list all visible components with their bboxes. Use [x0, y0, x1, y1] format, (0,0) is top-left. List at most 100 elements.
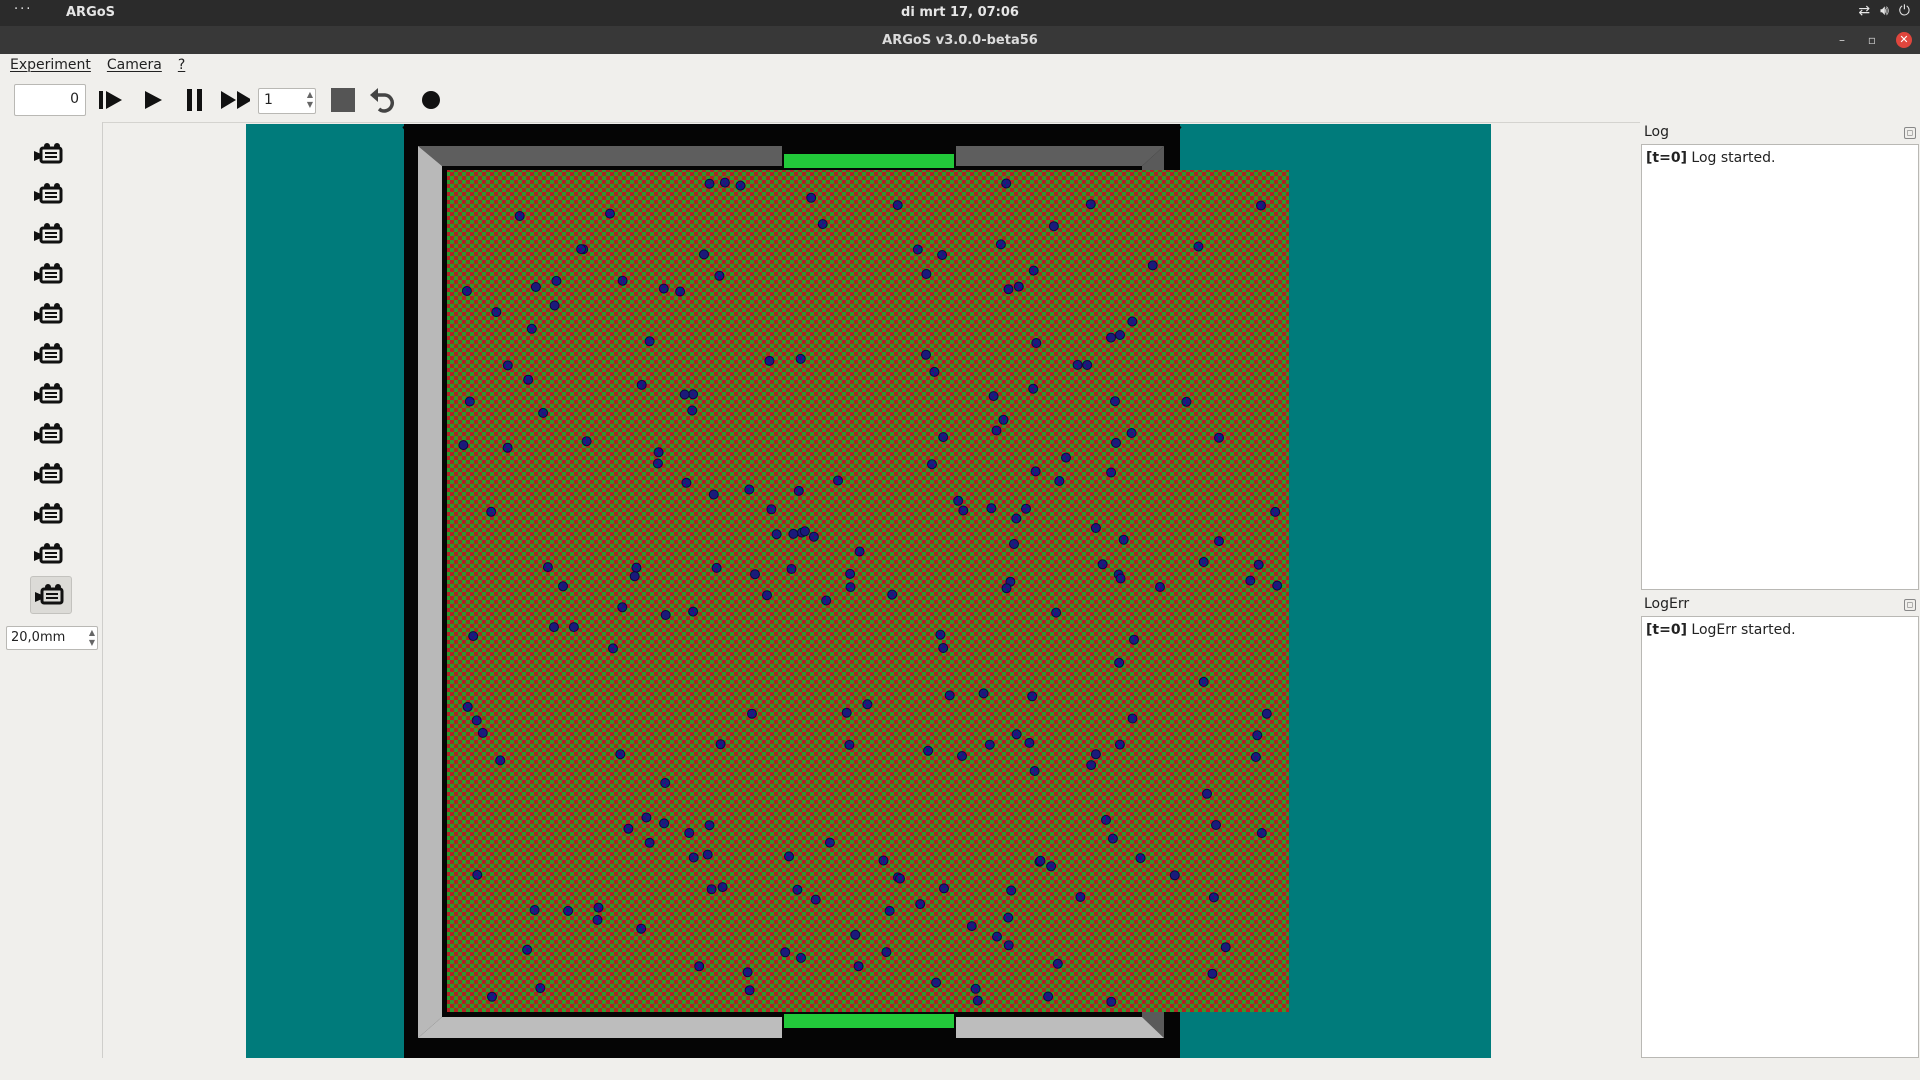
close-button[interactable]: ✕	[1896, 32, 1912, 48]
robot[interactable]	[998, 414, 1009, 425]
robot[interactable]	[938, 643, 949, 653]
robot[interactable]	[717, 882, 728, 893]
robot[interactable]	[1003, 940, 1014, 951]
robot[interactable]	[735, 180, 746, 191]
robot[interactable]	[1061, 452, 1071, 463]
robot[interactable]	[887, 589, 898, 600]
network-icon[interactable]: ⇄	[1858, 3, 1870, 19]
minimize-button[interactable]: –	[1834, 32, 1850, 48]
robot[interactable]	[549, 300, 560, 311]
robot[interactable]	[841, 707, 852, 718]
robot[interactable]	[986, 503, 997, 514]
robot[interactable]	[714, 270, 725, 281]
robot[interactable]	[810, 894, 821, 905]
robot[interactable]	[824, 837, 835, 848]
robot[interactable]	[708, 489, 719, 500]
robot[interactable]	[535, 983, 546, 994]
camera-button-8[interactable]	[30, 416, 70, 452]
robot[interactable]	[688, 606, 699, 617]
robot[interactable]	[1003, 912, 1014, 923]
robot[interactable]	[694, 961, 705, 972]
robot[interactable]	[853, 961, 864, 972]
robot[interactable]	[687, 405, 698, 416]
robot[interactable]	[1214, 536, 1224, 547]
robot[interactable]	[799, 526, 810, 537]
robot[interactable]	[529, 905, 540, 915]
robot[interactable]	[1001, 178, 1012, 189]
volume-icon[interactable]: 🔊︎	[1880, 3, 1889, 19]
robot[interactable]	[881, 947, 892, 958]
system-tray[interactable]: ⇄ 🔊︎ ⏻	[1858, 3, 1910, 19]
robot[interactable]	[715, 739, 726, 750]
robot[interactable]	[659, 818, 670, 829]
camera-button-7[interactable]	[30, 376, 70, 412]
robot[interactable]	[530, 282, 541, 292]
robot[interactable]	[1029, 766, 1040, 776]
system-clock[interactable]: di mrt 17, 07:06	[0, 5, 1920, 20]
robot[interactable]	[970, 983, 981, 994]
robot[interactable]	[1129, 634, 1139, 645]
robot[interactable]	[958, 505, 969, 516]
robot[interactable]	[747, 708, 757, 719]
robot[interactable]	[795, 353, 806, 364]
robot[interactable]	[1006, 885, 1017, 896]
robot[interactable]	[551, 275, 562, 286]
robot[interactable]	[681, 477, 692, 488]
robot[interactable]	[978, 688, 989, 699]
robot[interactable]	[771, 529, 782, 540]
robot[interactable]	[939, 883, 949, 894]
robot[interactable]	[605, 208, 615, 219]
robot[interactable]	[653, 447, 664, 458]
robot[interactable]	[702, 849, 713, 860]
robot[interactable]	[1028, 265, 1039, 276]
robot[interactable]	[623, 823, 634, 834]
robot[interactable]	[1054, 476, 1065, 486]
robot[interactable]	[1024, 737, 1035, 748]
robot[interactable]	[1220, 942, 1231, 953]
robot[interactable]	[912, 244, 923, 255]
robot[interactable]	[1097, 559, 1108, 570]
robot[interactable]	[1013, 281, 1024, 292]
robot[interactable]	[719, 177, 730, 188]
robot[interactable]	[704, 178, 715, 189]
log-text-area[interactable]: [t=0] Log started.	[1641, 144, 1919, 590]
robot[interactable]	[1106, 467, 1117, 478]
robot[interactable]	[806, 192, 817, 203]
play-button[interactable]	[138, 85, 168, 115]
robot[interactable]	[1181, 396, 1192, 407]
menu-camera[interactable]: Camera	[97, 54, 168, 78]
robot[interactable]	[892, 200, 903, 211]
robot[interactable]	[644, 837, 655, 848]
robot[interactable]	[581, 436, 592, 447]
robot[interactable]	[636, 923, 647, 934]
robot[interactable]	[935, 629, 946, 640]
robot[interactable]	[937, 250, 948, 260]
stop-button[interactable]	[328, 85, 358, 115]
robot[interactable]	[1155, 582, 1165, 592]
robot[interactable]	[1086, 760, 1097, 771]
robot[interactable]	[1256, 200, 1266, 211]
robot[interactable]	[921, 269, 932, 279]
robot[interactable]	[538, 407, 549, 418]
robot[interactable]	[742, 967, 753, 978]
menu-experiment[interactable]: Experiment	[0, 54, 97, 78]
robot[interactable]	[929, 366, 940, 377]
robot[interactable]	[1043, 991, 1054, 1002]
robot[interactable]	[631, 562, 642, 573]
robot[interactable]	[684, 828, 695, 838]
robot[interactable]	[766, 504, 777, 515]
robot[interactable]	[784, 851, 794, 862]
camera-button-5[interactable]	[30, 296, 70, 332]
robot[interactable]	[464, 396, 475, 407]
robot[interactable]	[796, 952, 806, 963]
robot[interactable]	[660, 778, 671, 788]
robot[interactable]	[1252, 730, 1263, 741]
robot[interactable]	[502, 360, 513, 371]
robot[interactable]	[1046, 861, 1057, 872]
robot[interactable]	[563, 905, 574, 916]
robot[interactable]	[472, 869, 483, 880]
robot[interactable]	[744, 484, 755, 495]
robot[interactable]	[679, 389, 690, 400]
robot[interactable]	[988, 391, 999, 402]
robot[interactable]	[462, 701, 473, 712]
